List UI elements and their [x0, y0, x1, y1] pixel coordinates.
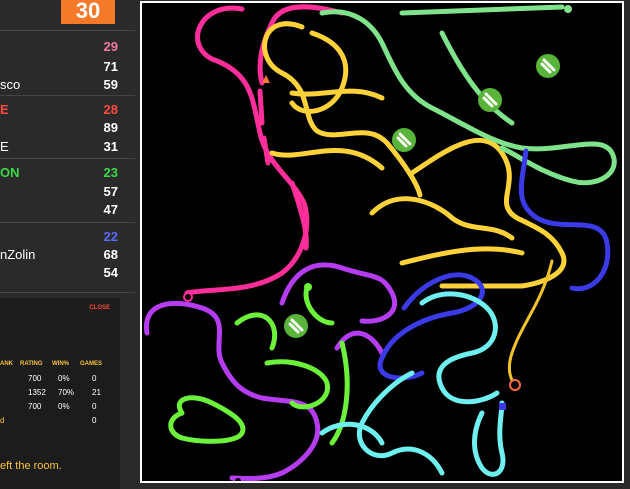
snake-trail-pink-2: [257, 88, 309, 251]
col-win-pct: WIN%: [52, 361, 69, 367]
close-button[interactable]: CLOSE: [89, 305, 110, 311]
scoreboard-sidebar: 30 29 71 sco 59 E 28 89 E 31 ON 23 57 47 22 nZolin 68 54…: [0, 0, 135, 489]
player-score: 54: [103, 265, 118, 280]
stats-cell: d: [0, 416, 5, 425]
player-name: sco: [0, 77, 21, 92]
powerup-3: [392, 128, 416, 152]
player-row: E 31: [0, 138, 120, 156]
team-divider: [0, 292, 135, 293]
stats-cell: 700: [28, 374, 42, 383]
room-message: eft the room.: [0, 460, 62, 472]
player-row: 57: [0, 183, 120, 201]
player-row: E 28: [0, 101, 120, 119]
player-head-green: [564, 5, 572, 13]
player-score: 57: [103, 184, 118, 199]
player-stats-panel: CLOSE ANK RATING WIN% GAMES 700 0% 0 1352 70…: [0, 298, 120, 489]
stats-cell: 0: [92, 402, 97, 411]
player-score: 28: [103, 102, 118, 117]
player-row: sco 59: [0, 76, 120, 94]
stats-cell: 0: [92, 416, 97, 425]
col-rank: ANK: [0, 361, 13, 367]
game-board[interactable]: [140, 1, 624, 483]
player-head-lime: [304, 283, 312, 291]
player-head-purple: [233, 476, 243, 481]
powerup-4: [284, 314, 308, 338]
player-row: 89: [0, 119, 120, 137]
player-row: 54: [0, 264, 120, 282]
powerup-2: [478, 88, 502, 112]
stats-table-row: 700 0% 0: [0, 374, 120, 386]
player-name: E: [0, 139, 9, 154]
player-score: 89: [103, 120, 118, 135]
player-name: nZolin: [0, 247, 36, 262]
team-divider: [0, 30, 135, 31]
stats-cell: 1352: [28, 388, 46, 397]
stats-cell: 70%: [58, 388, 75, 397]
player-score: 68: [103, 247, 118, 262]
stats-cell: 0: [92, 374, 97, 383]
round-timer: 30: [61, 0, 115, 24]
player-name: E: [0, 102, 9, 117]
player-row: nZolin 68: [0, 246, 120, 264]
powerup-1: [536, 54, 560, 78]
player-score: 31: [103, 139, 118, 154]
board-canvas: [144, 4, 617, 481]
player-score: 23: [103, 165, 118, 180]
stats-table-row: 700 0% 0: [0, 402, 120, 414]
player-score: 59: [103, 77, 118, 92]
player-score: 22: [103, 229, 118, 244]
col-games: GAMES: [80, 361, 103, 367]
player-score: 29: [103, 39, 118, 54]
player-row: 22: [0, 228, 120, 246]
team-divider: [0, 95, 135, 96]
player-score: 71: [103, 59, 118, 74]
player-name: ON: [0, 165, 20, 180]
player-row: 71: [0, 58, 120, 76]
stats-cell: 0%: [58, 374, 70, 383]
player-head-blue: [499, 403, 506, 410]
stats-cell: 700: [28, 402, 42, 411]
snake-trail-gold: [507, 259, 554, 385]
team-divider: [0, 222, 135, 223]
player-row: 29: [0, 38, 120, 56]
snake-trail-lime: [168, 285, 350, 446]
player-row: ON 23: [0, 164, 120, 182]
stats-cell: 21: [92, 388, 101, 397]
player-row: 47: [0, 201, 120, 219]
stats-table-row: d0: [0, 416, 120, 428]
player-head-pink: [183, 292, 193, 302]
col-rating: RATING: [20, 361, 43, 367]
team-divider: [0, 158, 135, 159]
player-score: 47: [103, 202, 118, 217]
player-head-orange: [509, 379, 521, 391]
stats-table-header: ANK RATING WIN% GAMES: [0, 361, 120, 371]
stats-table-row: 1352 70% 21: [0, 388, 120, 400]
stats-cell: 0%: [58, 402, 70, 411]
